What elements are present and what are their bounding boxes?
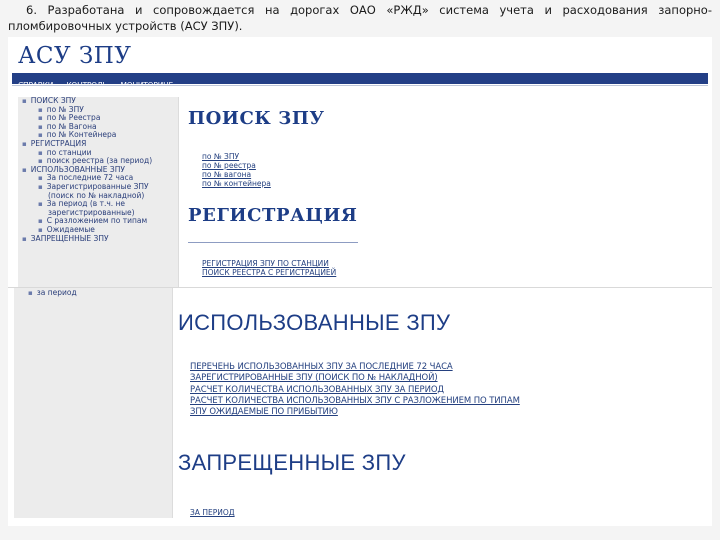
bullet-icon: ▪ [38,200,43,209]
link-used-expected[interactable]: ЗПУ ОЖИДАЕМЫЕ ПО ПРИБЫТИЮ [190,407,520,418]
bullet-icon: ▪ [22,97,27,105]
app-screenshot-bottom: ▪ за период ИСПОЛЬЗОВАННЫЕ ЗПУ ПЕРЕЧЕНЬ И… [8,288,712,526]
bullet-icon: ▪ [38,148,43,157]
bullet-icon: ▪ [38,174,43,183]
app-title: АСУ ЗПУ [18,43,132,69]
sidebar-section[interactable]: ▪ ПОИСК ЗПУ [18,96,178,106]
app-screenshot-top: АСУ ЗПУ СПРАВКИ КОНТРОЛЬ МОНИТОРИНГ ▪ПОИ… [8,37,712,288]
bullet-icon: ▪ [38,114,43,123]
bullet-icon: ▪ [22,165,27,174]
slide-caption: 6. Разработана и сопровождается на дорог… [8,3,712,33]
link-search-by-wagon[interactable]: по № вагона [202,170,271,179]
sidebar-item[interactable]: ▪ по № Реестра [18,113,178,123]
bullet-icon: ▪ [22,234,27,243]
sidebar-nav-list: ▪ ПОИСК ЗПУ ▪ по № ЗПУ ▪ по № Реестра ▪ по № Ва… [18,96,178,244]
sidebar-item-prohibited-period[interactable]: ▪ за период [14,288,172,298]
bullet-icon: ▪ [38,122,43,131]
sidebar-section[interactable]: ▪ ЗАПРЕЩЕННЫЕ ЗПУ [18,233,178,244]
bullet-icon: ▪ [38,217,43,226]
used-heading: ИСПОЛЬЗОВАННЫЕ ЗПУ [178,310,451,335]
prohibited-links: ЗА ПЕРИОД [190,508,235,517]
link-used-72-hours[interactable]: ПЕРЕЧЕНЬ ИСПОЛЬЗОВАННЫХ ЗПУ ЗА ПОСЛЕДНИЕ… [190,362,520,373]
link-registration-by-station[interactable]: РЕГИСТРАЦИЯ ЗПУ ПО СТАНЦИИ [202,259,336,268]
bullet-icon: ▪ [38,105,43,114]
bullet-icon: ▪ [28,289,33,297]
sidebar-nav-continued: ▪ за период [14,288,173,518]
link-registry-search[interactable]: ПОИСК РЕЕСТРА С РЕГИСТРАЦИЕЙ [202,268,336,277]
search-heading: ПОИСК ЗПУ [188,108,325,129]
link-prohibited-period[interactable]: ЗА ПЕРИОД [190,508,235,517]
bullet-icon: ▪ [22,139,27,148]
link-used-registered[interactable]: ЗАРЕГИСТРИРОВАННЫЕ ЗПУ (ПОИСК ПО № НАКЛА… [190,373,520,384]
link-search-by-zpu[interactable]: по № ЗПУ [202,152,271,161]
used-links: ПЕРЕЧЕНЬ ИСПОЛЬЗОВАННЫХ ЗПУ ЗА ПОСЛЕДНИЕ… [190,362,520,418]
link-search-by-container[interactable]: по № контейнера [202,179,271,188]
sidebar-section[interactable]: ▪ РЕГИСТРАЦИЯ [18,139,178,149]
sidebar-item[interactable]: ▪ С разложением по типам [18,217,178,226]
registration-heading: РЕГИСТРАЦИЯ [188,205,358,226]
link-search-by-registry[interactable]: по № реестра [202,161,271,170]
registration-divider [188,242,358,243]
sidebar-item-label: ЗАПРЕЩЕННЫЕ ЗПУ [30,233,109,243]
menu-bar: СПРАВКИ КОНТРОЛЬ МОНИТОРИНГ [12,73,708,90]
link-used-by-type[interactable]: РАСЧЕТ КОЛИЧЕСТВА ИСПОЛЬЗОВАННЫХ ЗПУ С Р… [190,396,520,407]
menu-divider [12,85,708,86]
registration-links: РЕГИСТРАЦИЯ ЗПУ ПО СТАНЦИИ ПОИСК РЕЕСТРА… [202,259,336,277]
sidebar-nav: ▪ ПОИСК ЗПУ ▪ по № ЗПУ ▪ по № Реестра ▪ по № Ва… [18,96,179,287]
search-links: по № ЗПУ по № реестра по № вагона по № к… [202,152,271,188]
bullet-icon: ▪ [38,182,43,191]
link-used-period-count[interactable]: РАСЧЕТ КОЛИЧЕСТВА ИСПОЛЬЗОВАННЫХ ЗПУ ЗА … [190,385,520,396]
prohibited-heading: ЗАПРЕЩЕННЫЕ ЗПУ [178,450,406,475]
